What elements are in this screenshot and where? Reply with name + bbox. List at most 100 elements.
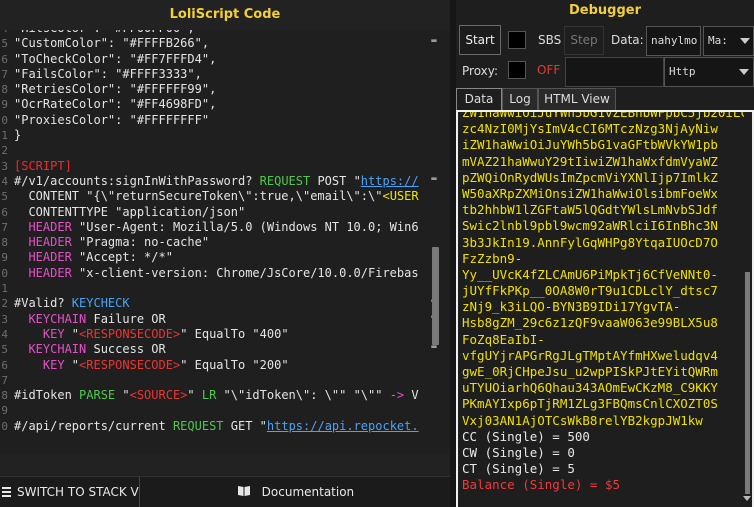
- code-line[interactable]: 7: [0, 373, 422, 388]
- code-line[interactable]: 7 HEADER "User-Agent: Mozilla/5.0 (Windo…: [0, 220, 422, 235]
- code-line[interactable]: 3 KEYCHAIN Failure OR: [0, 312, 422, 327]
- line-number: 6: [1, 205, 8, 219]
- sbs-checkbox[interactable]: [508, 31, 526, 49]
- proxy-input[interactable]: [565, 57, 664, 87]
- proxy-type-select[interactable]: Http: [664, 57, 754, 87]
- code-token: CONTENT "{\"returnSecureToken\":true,\"e…: [14, 189, 383, 204]
- code-line[interactable]: 3 [SCRIPT]: [0, 159, 422, 174]
- step-button[interactable]: Step: [564, 26, 604, 55]
- code-token: ": [64, 326, 80, 341]
- editor-footer: SWITCH TO STACK VIE Documentation: [0, 476, 450, 507]
- log-line: 3b3JkIn19.AnnFylGqWHPg8YtqaIUOcD7O: [462, 234, 718, 250]
- line-number: 7: [1, 373, 8, 387]
- log-line: pZWQiOnRydWUsImZpcmViYXNlIjp7ImlkZ: [462, 169, 718, 185]
- code-line[interactable]: 4 KEY "<RESPONSECODE>" EqualTo "400": [0, 327, 422, 342]
- debugger-log-panel[interactable]: ZW1haWwiOiJuYWh5bG1vZEBnbWFpbC5jb20iLCJ z…: [456, 110, 754, 507]
- code-line[interactable]: 5 "CustomColor": "#FFFFB266",: [0, 36, 422, 51]
- code-token: ": [187, 388, 202, 403]
- code-text: HEADER "x-client-version: Chrome/JsCore/…: [14, 265, 419, 281]
- log-line: vfgUYjrAPGrRgJLgTMptAYfmHXweludqv4: [462, 347, 718, 363]
- log-output: ZW1haWwiOiJuYWh5bG1vZEBnbWFpbC5jb20iLCJ z…: [462, 112, 744, 494]
- code-token: "Pragma: no-cache": [71, 235, 210, 250]
- code-line[interactable]: 0 "ProxiesColor": "#FFFFFFFF": [0, 113, 422, 128]
- code-line[interactable]: 1: [0, 281, 422, 296]
- code-lines[interactable]: 4 "HitsColor": "#FF00FF00", 5 "CustomColor"…: [0, 30, 436, 434]
- log-line: jUYfFkPKp__0OA8W0rT9u1CDLclY_dtsc7: [462, 283, 718, 299]
- code-token: https://api.repocket.: [266, 418, 419, 433]
- code-token: "Accept: */*": [71, 250, 173, 265]
- code-token: ": [115, 388, 130, 403]
- data-type-value: Ma:: [708, 34, 728, 47]
- log-line: iZW1haWwiOiJuYWh5bG1vaGFtbWVkYW1pb: [462, 137, 718, 153]
- documentation-label: Documentation: [261, 485, 355, 499]
- code-line[interactable]: 2: [0, 143, 422, 158]
- proxy-checkbox[interactable]: [508, 61, 526, 79]
- code-text: KEY "<RESPONSECODE>" EqualTo "200": [14, 358, 289, 373]
- start-button[interactable]: Start: [459, 25, 501, 55]
- line-number: 2: [1, 297, 8, 311]
- code-line[interactable]: 9 "OcrRateColor": "#FF4698FD",: [0, 97, 422, 112]
- log-line: CC (Single) = 500: [462, 428, 590, 444]
- line-number: 3: [1, 312, 8, 326]
- code-line[interactable]: 6 CONTENTTYPE "application/json": [0, 205, 422, 220]
- line-number: 9: [1, 404, 8, 418]
- sbs-label: SBS: [538, 33, 562, 47]
- code-line[interactable]: 0 HEADER "x-client-version: Chrome/JsCor…: [0, 266, 422, 281]
- code-token: <RESPONSECODE>: [79, 326, 181, 341]
- code-token: " EqualTo "200": [180, 357, 289, 372]
- code-line[interactable]: 4 #/v1/accounts:signInWithPassword? REQUE…: [0, 174, 422, 189]
- code-line[interactable]: 8 HEADER "Pragma: no-cache": [0, 235, 422, 250]
- stack-icon: [2, 487, 11, 497]
- line-number: 8: [1, 83, 8, 97]
- code-line[interactable]: 2 #Valid? KEYCHECK: [0, 296, 422, 311]
- code-line[interactable]: 7 "FailsColor": "#FFFF3333",: [0, 67, 422, 82]
- code-text: KEYCHAIN Failure OR: [14, 311, 165, 327]
- proxy-status: OFF: [537, 63, 561, 77]
- code-line[interactable]: 8 "RetriesColor": "#FFFFFF99",: [0, 82, 422, 97]
- fold-marker-icon[interactable]: ▬: [429, 36, 439, 46]
- code-token: REQUEST: [172, 418, 224, 433]
- tab-html-view[interactable]: HTML View: [538, 88, 616, 110]
- code-text: }: [14, 128, 21, 143]
- code-line[interactable]: 5 CONTENT "{\"returnSecureToken\":true,\…: [0, 189, 422, 204]
- data-type-select[interactable]: Ma:: [703, 26, 754, 56]
- line-number: 1: [1, 282, 8, 296]
- switch-to-stack-view-button[interactable]: SWITCH TO STACK VIE: [0, 477, 140, 507]
- code-text: #idToken PARSE "<SOURCE>" LR "\"idToken\…: [14, 388, 419, 403]
- log-line: Balance (Single) = $5: [462, 477, 621, 493]
- code-line[interactable]: 8 #idToken PARSE "<SOURCE>" LR "\"idToken…: [0, 388, 422, 403]
- code-text: #/api/reports/current REQUEST GET "https…: [14, 419, 419, 434]
- code-token: [SCRIPT]: [14, 158, 72, 173]
- code-token: REQUEST: [259, 173, 311, 188]
- fold-marker-icon[interactable]: ▬: [429, 174, 439, 184]
- documentation-button[interactable]: Documentation: [141, 477, 450, 507]
- code-line[interactable]: 6 KEY "<RESPONSECODE>" EqualTo "200": [0, 358, 422, 373]
- editor-vertical-scrollbar[interactable]: [432, 247, 439, 345]
- chevron-down-icon: [740, 38, 750, 44]
- code-token: KEYCHAIN: [14, 342, 87, 357]
- code-text: #/v1/accounts:signInWithPassword? REQUES…: [14, 174, 419, 189]
- tab-log[interactable]: Log: [502, 88, 538, 110]
- code-editor-panel: LoliScript Code 4 "HitsColor": "#FF00FF00…: [0, 0, 450, 507]
- code-token: "x-client-version: Chrome/JsCore/10.0.0/…: [71, 265, 419, 280]
- code-line[interactable]: 1}: [0, 128, 422, 143]
- code-line[interactable]: 9 HEADER "Accept: */*": [0, 250, 422, 265]
- code-token: <SOURCE>: [129, 388, 188, 403]
- code-token: https://: [360, 173, 419, 188]
- code-token: KEYCHAIN: [14, 311, 87, 326]
- log-scrollbar[interactable]: [745, 272, 750, 494]
- code-line[interactable]: 0 #/api/reports/current REQUEST GET "http…: [0, 419, 422, 434]
- line-number: 9: [1, 251, 8, 265]
- scroll-down-arrow-icon[interactable]: [743, 496, 751, 501]
- code-line[interactable]: 5 KEYCHAIN Success OR: [0, 342, 422, 357]
- code-line[interactable]: 9: [0, 403, 422, 418]
- log-line: FoZq8EaIbI-: [462, 331, 545, 347]
- code-token: HEADER: [14, 235, 72, 250]
- tab-data[interactable]: Data: [456, 88, 502, 111]
- code-line[interactable]: 6 "ToCheckColor": "#FF7FFFD4",: [0, 52, 422, 67]
- log-line: Yy__UVcK4fZLCAmU6PiMpkTj6CfVeNNt0-: [462, 266, 718, 282]
- proxy-label: Proxy:: [462, 64, 499, 78]
- code-area[interactable]: 4 "HitsColor": "#FF00FF00", 5 "CustomColor"…: [0, 30, 450, 454]
- data-input[interactable]: nahylmo: [646, 26, 701, 56]
- log-line: tb2hhbW1lZGFtaW5lQGdtYWlsLmNvbSJdf: [462, 202, 718, 218]
